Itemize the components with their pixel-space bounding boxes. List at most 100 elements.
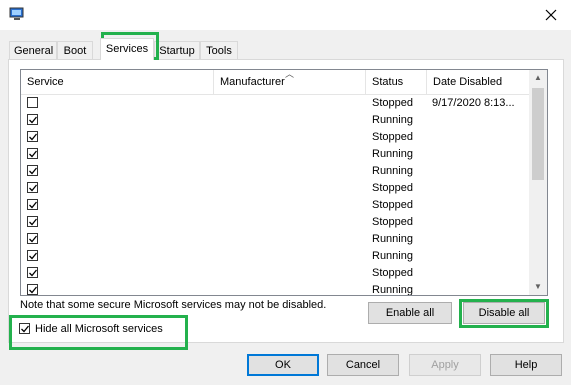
service-checkbox[interactable] — [27, 216, 38, 227]
service-checkbox[interactable] — [27, 148, 38, 159]
service-row[interactable]: Running — [21, 163, 529, 180]
service-date-disabled — [432, 146, 527, 163]
column-header-service[interactable]: Service — [21, 70, 213, 94]
service-manufacturer — [220, 146, 360, 163]
service-date-disabled — [432, 180, 527, 197]
service-name — [43, 231, 211, 248]
service-status: Stopped — [372, 267, 413, 279]
service-checkbox[interactable] — [27, 233, 38, 244]
checkmark-icon — [21, 325, 30, 333]
scroll-up-icon[interactable]: ▲ — [529, 70, 547, 86]
checkmark-icon — [29, 150, 38, 158]
ok-button[interactable]: OK — [247, 354, 319, 376]
service-row[interactable]: Stopped — [21, 265, 529, 282]
service-row[interactable]: Running — [21, 231, 529, 248]
tab-services[interactable]: Services — [100, 38, 154, 60]
checkmark-icon — [29, 286, 38, 294]
service-name — [43, 197, 211, 214]
service-status: Running — [372, 250, 413, 262]
service-date-disabled — [432, 129, 527, 146]
service-checkbox[interactable] — [27, 199, 38, 210]
service-row[interactable]: Stopped — [21, 180, 529, 197]
service-status: Running — [372, 284, 413, 296]
service-checkbox[interactable] — [27, 284, 38, 295]
service-manufacturer — [220, 197, 360, 214]
service-status: Running — [372, 233, 413, 245]
tab-tools[interactable]: Tools — [200, 41, 238, 59]
service-date-disabled — [432, 248, 527, 265]
service-manufacturer — [220, 112, 360, 129]
service-status: Stopped — [372, 182, 413, 194]
service-row[interactable]: Running — [21, 146, 529, 163]
service-name — [43, 180, 211, 197]
hide-microsoft-services-checkbox[interactable] — [19, 323, 30, 334]
service-name — [43, 214, 211, 231]
enable-all-button[interactable]: Enable all — [368, 302, 452, 324]
apply-button[interactable]: Apply — [409, 354, 481, 376]
service-date-disabled — [432, 214, 527, 231]
service-manufacturer — [220, 231, 360, 248]
service-checkbox[interactable] — [27, 114, 38, 125]
service-checkbox[interactable] — [27, 97, 38, 108]
service-manufacturer — [220, 282, 360, 295]
service-row[interactable]: Stopped 9/17/2020 8:13... — [21, 95, 529, 112]
cancel-button[interactable]: Cancel — [327, 354, 399, 376]
service-checkbox[interactable] — [27, 250, 38, 261]
checkmark-icon — [29, 201, 38, 209]
service-manufacturer — [220, 265, 360, 282]
service-name — [43, 248, 211, 265]
service-manufacturer — [220, 214, 360, 231]
service-checkbox[interactable] — [27, 131, 38, 142]
service-row[interactable]: Stopped — [21, 129, 529, 146]
list-header: Service Manufacturer ︿ Status Date Disab… — [21, 70, 529, 95]
service-status: Running — [372, 114, 413, 126]
service-checkbox[interactable] — [27, 165, 38, 176]
service-status: Stopped — [372, 199, 413, 211]
service-manufacturer — [220, 163, 360, 180]
service-row[interactable]: Running — [21, 248, 529, 265]
service-date-disabled — [432, 265, 527, 282]
column-header-date-disabled[interactable]: Date Disabled — [427, 70, 529, 94]
checkmark-icon — [29, 167, 38, 175]
scrollbar-thumb[interactable] — [532, 88, 544, 180]
checkmark-icon — [29, 269, 38, 277]
tab-general[interactable]: General — [9, 41, 57, 59]
service-name — [43, 146, 211, 163]
service-name — [43, 129, 211, 146]
services-list[interactable]: Service Manufacturer ︿ Status Date Disab… — [20, 69, 548, 296]
help-button[interactable]: Help — [490, 354, 562, 376]
service-status: Stopped — [372, 97, 413, 109]
service-date-disabled — [432, 282, 527, 295]
service-checkbox[interactable] — [27, 267, 38, 278]
service-name — [43, 95, 211, 112]
service-row[interactable]: Stopped — [21, 197, 529, 214]
checkmark-icon — [29, 184, 38, 192]
vertical-scrollbar[interactable]: ▲ ▼ — [529, 70, 547, 295]
service-status: Stopped — [372, 216, 413, 228]
service-manufacturer — [220, 95, 360, 112]
service-row[interactable]: Stopped — [21, 214, 529, 231]
service-row[interactable]: Running — [21, 282, 529, 296]
hide-microsoft-services-label[interactable]: Hide all Microsoft services — [35, 323, 163, 336]
checkmark-icon — [29, 218, 38, 226]
secure-services-note: Note that some secure Microsoft services… — [20, 299, 327, 311]
service-row[interactable]: Running — [21, 112, 529, 129]
service-name — [43, 112, 211, 129]
service-manufacturer — [220, 129, 360, 146]
service-status: Running — [372, 148, 413, 160]
service-date-disabled — [432, 231, 527, 248]
service-date-disabled: 9/17/2020 8:13... — [432, 97, 515, 109]
column-header-status[interactable]: Status — [366, 70, 426, 94]
close-icon — [545, 9, 557, 21]
close-button[interactable] — [537, 4, 565, 26]
scroll-down-icon[interactable]: ▼ — [529, 279, 547, 295]
service-name — [43, 282, 211, 295]
checkmark-icon — [29, 252, 38, 260]
service-manufacturer — [220, 248, 360, 265]
service-date-disabled — [432, 197, 527, 214]
service-date-disabled — [432, 112, 527, 129]
service-checkbox[interactable] — [27, 182, 38, 193]
tab-startup[interactable]: Startup — [154, 41, 200, 59]
disable-all-button[interactable]: Disable all — [463, 302, 545, 324]
tab-boot[interactable]: Boot — [57, 41, 93, 59]
